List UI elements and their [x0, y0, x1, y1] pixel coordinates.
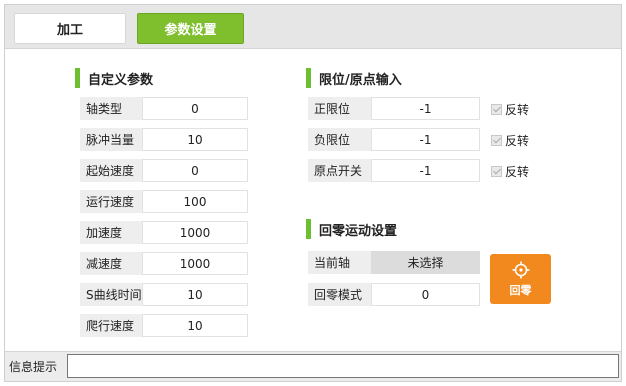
- limit-value-negative[interactable]: -1: [371, 128, 480, 151]
- param-value-axis-type[interactable]: 0: [142, 97, 248, 120]
- tab-params[interactable]: 参数设置: [137, 13, 244, 44]
- checkbox-icon: [491, 103, 502, 115]
- param-label-acceleration: 加速度: [80, 221, 142, 244]
- message-label: 信息提示: [9, 360, 58, 374]
- param-label-run-speed: 运行速度: [80, 190, 142, 213]
- param-label-deceleration: 减速度: [80, 252, 142, 275]
- homing-title-text: 回零运动设置: [319, 223, 398, 239]
- custom-params-title: 自定义参数: [75, 67, 153, 89]
- current-axis-select[interactable]: 未选择: [371, 251, 480, 274]
- current-axis-label: 当前轴: [308, 251, 371, 274]
- section-marker: [75, 68, 80, 88]
- checkbox-icon: [491, 134, 502, 146]
- message-bar: 信息提示: [5, 351, 621, 381]
- limit-label-origin: 原点开关: [308, 159, 371, 182]
- home-button-label: 回零: [509, 283, 532, 297]
- section-marker: [306, 68, 311, 88]
- limit-value-origin[interactable]: -1: [371, 159, 480, 182]
- checkbox-icon: [491, 165, 502, 177]
- invert-label: 反转: [505, 164, 530, 179]
- param-value-start-speed[interactable]: 0: [142, 159, 248, 182]
- homing-mode-label: 回零模式: [308, 283, 371, 306]
- param-value-deceleration[interactable]: 1000: [142, 252, 248, 275]
- tab-process[interactable]: 加工: [14, 13, 126, 44]
- param-value-acceleration[interactable]: 1000: [142, 221, 248, 244]
- invert-checkbox-positive[interactable]: 反转: [491, 101, 529, 117]
- tab-bar: 加工 参数设置: [5, 5, 621, 49]
- invert-label: 反转: [505, 133, 530, 148]
- limit-label-positive: 正限位: [308, 97, 371, 120]
- param-value-run-speed[interactable]: 100: [142, 190, 248, 213]
- param-value-creep-speed[interactable]: 10: [142, 314, 248, 337]
- param-value-pulse-equivalent[interactable]: 10: [142, 128, 248, 151]
- invert-checkbox-negative[interactable]: 反转: [491, 132, 529, 148]
- param-label-pulse-equivalent: 脉冲当量: [80, 128, 142, 151]
- param-label-s-curve-time: S曲线时间: [80, 283, 142, 306]
- invert-checkbox-origin[interactable]: 反转: [491, 163, 529, 179]
- section-marker: [306, 219, 311, 239]
- app-window: 加工 参数设置 自定义参数 轴类型 0 脉冲当量 10 起始速度 0 运行速度 …: [4, 4, 622, 382]
- limit-input-title-text: 限位/原点输入: [319, 72, 402, 88]
- param-label-creep-speed: 爬行速度: [80, 314, 142, 337]
- invert-label: 反转: [505, 102, 530, 117]
- limit-value-positive[interactable]: -1: [371, 97, 480, 120]
- message-field[interactable]: [67, 354, 619, 378]
- limit-input-title: 限位/原点输入: [306, 67, 402, 89]
- home-button[interactable]: 回零: [490, 254, 551, 304]
- custom-params-title-text: 自定义参数: [88, 72, 154, 88]
- homing-title: 回零运动设置: [306, 218, 397, 240]
- param-label-start-speed: 起始速度: [80, 159, 142, 182]
- param-label-axis-type: 轴类型: [80, 97, 142, 120]
- limit-label-negative: 负限位: [308, 128, 371, 151]
- homing-mode-value[interactable]: 0: [371, 283, 480, 306]
- crosshair-icon: [512, 261, 529, 278]
- param-value-s-curve-time[interactable]: 10: [142, 283, 248, 306]
